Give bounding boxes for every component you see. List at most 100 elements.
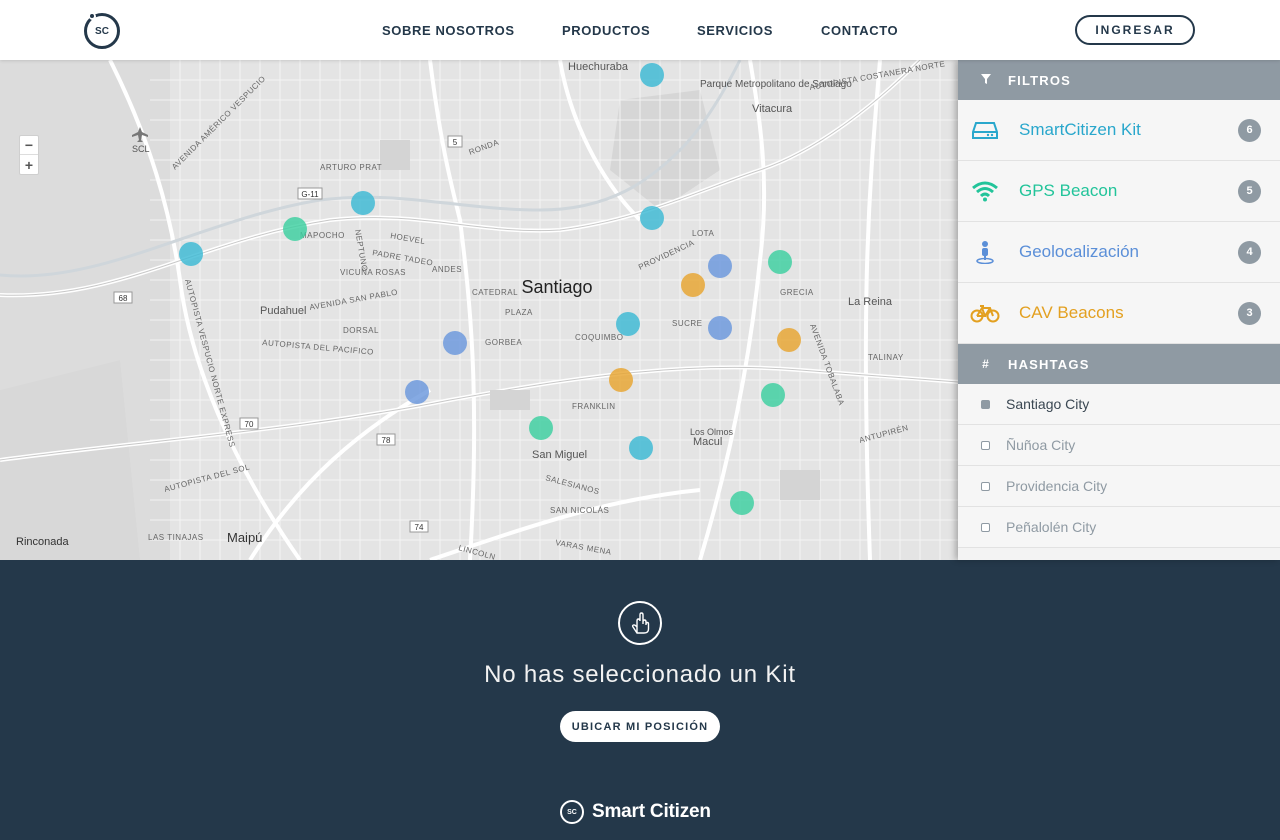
sensor-marker-cav[interactable]	[777, 328, 801, 352]
smart-citizen-logo[interactable]: SC	[84, 13, 120, 49]
sensor-marker-geo[interactable]	[708, 254, 732, 278]
map-place-label: Huechuraba	[568, 61, 629, 73]
sensor-marker-gps[interactable]	[730, 491, 754, 515]
map-place-label: Rinconada	[16, 536, 69, 548]
map-place-label: SCL	[132, 144, 150, 154]
map-street-label: MAPOCHO	[300, 231, 345, 240]
filters-title: FILTROS	[1008, 72, 1072, 88]
map-street-label: CATEDRAL	[472, 288, 518, 297]
map-place-label: Vitacura	[752, 103, 793, 115]
filter-count-badge: 5	[1238, 179, 1261, 203]
filter-funnel-icon	[980, 73, 992, 87]
locate-my-position-button[interactable]: UBICAR MI POSICIÓN	[560, 711, 720, 742]
hashtag-penalolen-city[interactable]: Peñalolén City	[958, 507, 1280, 548]
hashtag-label: Ñuñoa City	[1006, 437, 1076, 453]
map-street-label: PLAZA	[505, 308, 533, 317]
hashtag-checkbox[interactable]	[981, 522, 990, 532]
sensor-marker-cav[interactable]	[609, 368, 633, 392]
sensor-marker-geo[interactable]	[405, 380, 429, 404]
sensor-marker-kit[interactable]	[616, 312, 640, 336]
sensor-marker-cav[interactable]	[681, 273, 705, 297]
sensor-marker-gps[interactable]	[529, 416, 553, 440]
no-kit-selected-message: No has seleccionado un Kit	[484, 661, 796, 688]
zoom-control: − +	[19, 135, 39, 175]
sensor-marker-gps[interactable]	[768, 250, 792, 274]
map-street-label: ARTURO PRAT	[320, 163, 382, 172]
sensor-marker-kit[interactable]	[629, 436, 653, 460]
map-street-label: TALINAY	[868, 353, 904, 362]
filter-count-badge: 4	[1238, 240, 1261, 264]
map-place-label: Maipú	[227, 530, 262, 545]
map-street-label: SAN NICOLÁS	[550, 506, 609, 515]
filter-label: Geolocalización	[1019, 242, 1140, 261]
bicycle-icon	[970, 298, 1000, 328]
hashtag-providencia-city[interactable]: Providencia City	[958, 466, 1280, 507]
sensor-marker-geo[interactable]	[443, 331, 467, 355]
map-street-label: LOTA	[692, 229, 714, 238]
map-view[interactable]: 5 68 G-11 70 78 74 Santiago Huechuraba P…	[0, 60, 958, 560]
zoom-out-button[interactable]: −	[20, 136, 38, 155]
pin-icon	[970, 237, 1000, 267]
hashtag-label: Providencia City	[1006, 478, 1108, 494]
map-place-label: San Miguel	[532, 449, 587, 461]
filter-smartcitizen-kit[interactable]: SmartCitizen Kit 6	[958, 100, 1280, 161]
road-shield-5: 5	[453, 138, 458, 147]
hashtag-checkbox[interactable]	[981, 440, 990, 450]
login-button[interactable]: INGRESAR	[1075, 15, 1195, 45]
filter-count-badge: 6	[1238, 118, 1261, 142]
map-street-label: GRECIA	[780, 288, 814, 297]
wifi-icon	[970, 176, 1000, 206]
top-navigation-bar: SC SOBRE NOSOTROS PRODUCTOS SERVICIOS CO…	[0, 0, 1280, 60]
road-shield-g11: G-11	[301, 190, 319, 199]
filter-count-badge: 3	[1238, 301, 1261, 325]
map-street-label: LAS TINAJAS	[148, 533, 204, 542]
touch-hand-icon	[618, 601, 662, 645]
logo-text: SC	[95, 25, 109, 37]
sensor-marker-kit[interactable]	[351, 191, 375, 215]
map-place-label: Macul	[693, 436, 722, 448]
zoom-in-button[interactable]: +	[20, 155, 38, 174]
kit-detail-panel: No has seleccionado un Kit UBICAR MI POS…	[0, 560, 1280, 840]
map-city-label: Santiago	[521, 277, 592, 297]
road-shield-68: 68	[119, 294, 128, 303]
sensor-marker-gps[interactable]	[761, 383, 785, 407]
hashtag-icon: #	[982, 357, 990, 371]
nav-link-contacto[interactable]: CONTACTO	[821, 0, 898, 60]
map-street-label: DORSAL	[343, 326, 379, 335]
sensor-marker-kit[interactable]	[640, 206, 664, 230]
map-street-label: FRANKLIN	[572, 402, 616, 411]
map-place-label: Pudahuel	[260, 305, 307, 317]
map-canvas: 5 68 G-11 70 78 74 Santiago Huechuraba P…	[0, 60, 958, 560]
hashtag-nunoa-city[interactable]: Ñuñoa City	[958, 425, 1280, 466]
sensor-marker-gps[interactable]	[283, 217, 307, 241]
filter-label: CAV Beacons	[1019, 303, 1124, 322]
road-shield-70: 70	[245, 420, 254, 429]
hashtag-checkbox[interactable]	[981, 481, 990, 491]
sensor-marker-kit[interactable]	[640, 63, 664, 87]
hashtag-label: Peñalolén City	[1006, 519, 1097, 535]
map-place-label: La Reina	[848, 296, 893, 308]
filter-gps-beacon[interactable]: GPS Beacon 5	[958, 161, 1280, 222]
hashtag-label: Santiago City	[1006, 396, 1090, 412]
sensor-marker-kit[interactable]	[179, 242, 203, 266]
sensor-marker-geo[interactable]	[708, 316, 732, 340]
road-shield-74: 74	[415, 523, 424, 532]
device-icon	[970, 115, 1000, 145]
hashtag-santiago-city[interactable]: Santiago City	[958, 384, 1280, 425]
filter-cav-beacons[interactable]: CAV Beacons 3	[958, 283, 1280, 344]
nav-link-sobre-nosotros[interactable]: SOBRE NOSOTROS	[382, 0, 515, 60]
hashtag-checkbox[interactable]	[981, 399, 990, 409]
filter-geolocalizacion[interactable]: Geolocalización 4	[958, 222, 1280, 283]
footer-brand-name: Smart Citizen	[592, 801, 711, 822]
map-street-label: GORBEA	[485, 338, 522, 347]
map-street-label: ANDES	[432, 265, 462, 274]
hashtags-title: HASHTAGS	[1008, 356, 1090, 372]
map-street-label: VICUÑA ROSAS	[340, 268, 406, 277]
road-shield-78: 78	[382, 436, 391, 445]
nav-link-servicios[interactable]: SERVICIOS	[697, 0, 773, 60]
filters-section-header: FILTROS	[958, 60, 1280, 100]
map-street-label: SUCRE	[672, 319, 703, 328]
hashtags-section-header: # HASHTAGS	[958, 344, 1280, 384]
nav-link-productos[interactable]: PRODUCTOS	[562, 0, 650, 60]
filters-sidebar: FILTROS SmartCitizen Kit 6 GPS Beacon 5 …	[958, 60, 1280, 560]
